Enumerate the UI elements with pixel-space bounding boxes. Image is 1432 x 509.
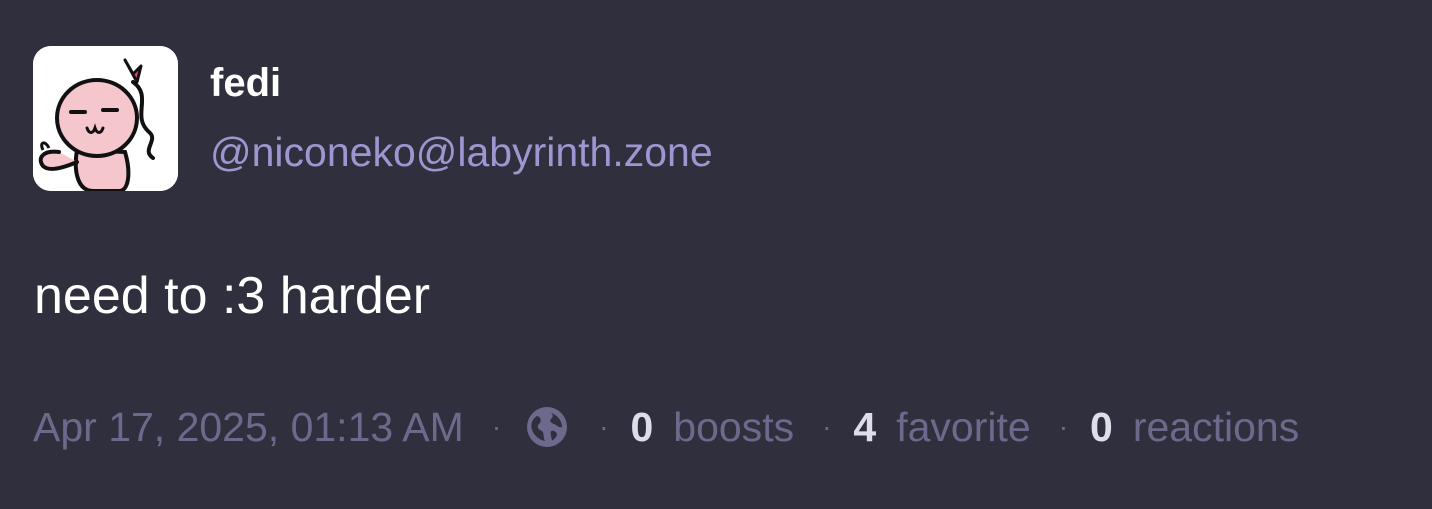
post-timestamp[interactable]: Apr 17, 2025, 01:13 AM — [33, 404, 464, 451]
post-card: fedi @niconeko@labyrinth.zone need to :3… — [0, 0, 1432, 509]
favorites-label[interactable]: favorite — [896, 404, 1030, 451]
author-handle[interactable]: @niconeko@labyrinth.zone — [210, 128, 713, 176]
meta-separator: · — [1058, 411, 1069, 442]
meta-separator: · — [599, 411, 609, 442]
reactions-count[interactable]: 0 — [1090, 404, 1113, 451]
author-display-name[interactable]: fedi — [210, 60, 281, 106]
avatar[interactable] — [33, 46, 178, 191]
boosts-count[interactable]: 0 — [630, 404, 653, 451]
post-content: need to :3 harder — [34, 267, 431, 325]
favorites-count[interactable]: 4 — [853, 404, 876, 451]
reactions-label[interactable]: reactions — [1133, 404, 1299, 451]
globe-icon — [523, 403, 571, 451]
boosts-label[interactable]: boosts — [673, 404, 794, 451]
post-meta-bar: Apr 17, 2025, 01:13 AM · · 0 boosts · 4 … — [33, 401, 1299, 453]
pink-cat-avatar-icon — [33, 46, 178, 191]
meta-separator: · — [491, 411, 502, 442]
meta-separator: · — [822, 411, 832, 442]
